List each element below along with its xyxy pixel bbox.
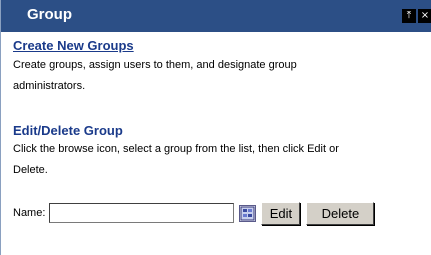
- create-groups-description: Create groups, assign users to them, and…: [13, 55, 418, 97]
- delete-button[interactable]: Delete: [306, 201, 375, 225]
- portlet-title: Group: [27, 6, 72, 23]
- pin-icon[interactable]: ⤒: [402, 9, 416, 23]
- browse-list-icon[interactable]: [239, 204, 257, 222]
- edit-delete-group-heading: Edit/Delete Group: [13, 123, 123, 138]
- edit-description-line-2: Delete.: [13, 164, 48, 176]
- edit-description-line-1: Click the browse icon, select a group fr…: [13, 143, 339, 155]
- create-description-line-1: Create groups, assign users to them, and…: [13, 59, 297, 71]
- group-name-input[interactable]: [49, 203, 235, 223]
- edit-delete-description: Click the browse icon, select a group fr…: [13, 139, 418, 181]
- group-name-row: Name: Edit Delete: [13, 201, 375, 225]
- close-icon[interactable]: ×: [418, 9, 431, 23]
- portlet-titlebar: Group ⤒ ×: [1, 0, 431, 32]
- create-new-groups-link[interactable]: Create New Groups: [13, 38, 134, 53]
- titlebar-controls: ⤒ ×: [402, 9, 431, 23]
- create-description-line-2: administrators.: [13, 80, 86, 92]
- edit-button[interactable]: Edit: [261, 201, 301, 225]
- group-portlet: Group ⤒ × Create New Groups Create group…: [0, 0, 431, 255]
- name-label: Name:: [13, 207, 46, 219]
